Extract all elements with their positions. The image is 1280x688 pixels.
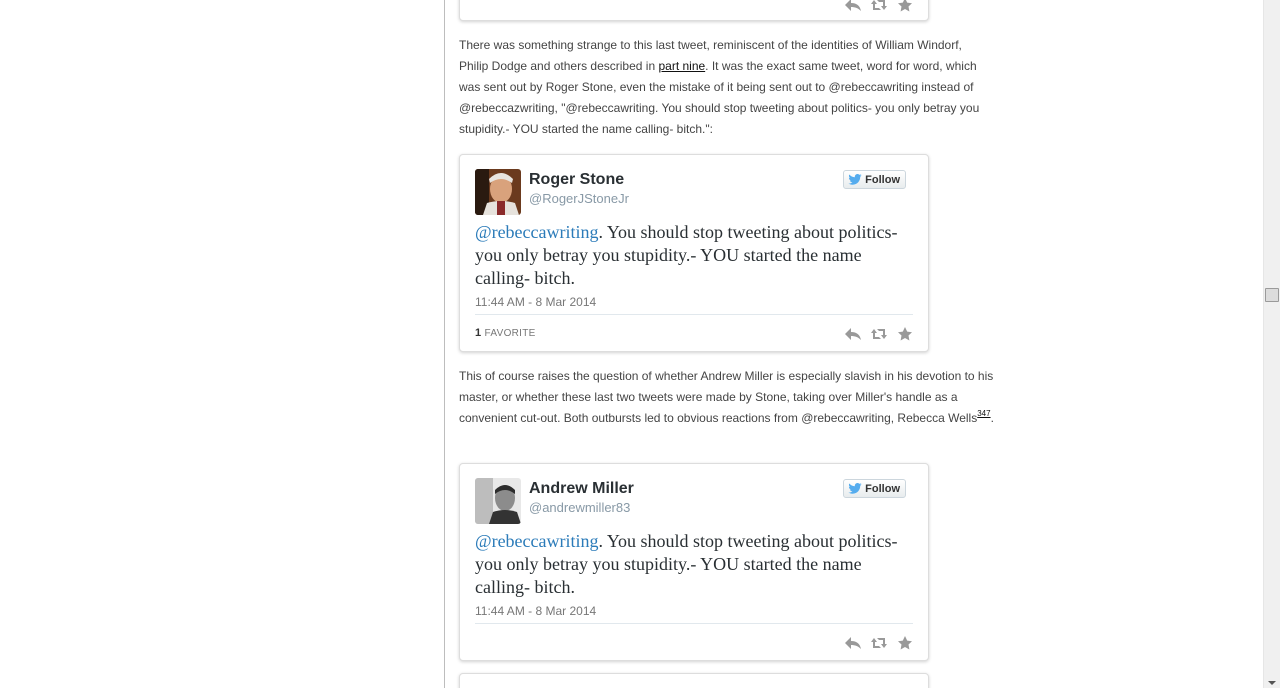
tweet-author-name[interactable]: Andrew Miller [529, 480, 634, 498]
favorite-icon[interactable] [896, 327, 914, 341]
avatar[interactable] [475, 169, 521, 215]
paragraph-text: This of course raises the question of wh… [459, 369, 994, 425]
footnote-link[interactable]: 347 [977, 409, 990, 418]
favorites-label: FAVORITE [484, 328, 536, 339]
tweet-card-next [459, 673, 929, 688]
follow-label: Follow [865, 482, 900, 495]
twitter-bird-icon [848, 174, 862, 185]
avatar[interactable] [475, 478, 521, 524]
paragraph-end: . [990, 411, 994, 425]
scroll-down-arrow-icon[interactable] [1268, 681, 1276, 685]
vertical-scrollbar[interactable] [1263, 0, 1280, 688]
tweet-actions [844, 327, 914, 341]
scrollbar-thumb[interactable] [1265, 288, 1279, 302]
tweet-divider [475, 314, 913, 315]
footnote-ref: 347 [977, 409, 990, 418]
part-nine-link[interactable]: part nine [658, 59, 705, 73]
favorite-icon[interactable] [896, 0, 914, 12]
twitter-bird-icon [848, 483, 862, 494]
content-left-border [444, 0, 445, 688]
tweet-text: @rebeccawriting. You should stop tweetin… [475, 530, 915, 599]
follow-label: Follow [865, 173, 900, 186]
tweet-actions [844, 0, 914, 12]
tweet-author-handle[interactable]: @RogerJStoneJr [529, 191, 629, 206]
article-paragraph-1: There was something strange to this last… [459, 35, 994, 140]
favorite-icon[interactable] [896, 636, 914, 650]
mention-link[interactable]: @rebeccawriting [475, 531, 599, 551]
tweet-author-handle[interactable]: @andrewmiller83 [529, 500, 630, 515]
tweet-divider [475, 623, 913, 624]
article-paragraph-2: This of course raises the question of wh… [459, 366, 994, 429]
tweet-card-roger-stone: Roger Stone @RogerJStoneJr Follow @rebec… [459, 154, 929, 352]
reply-icon[interactable] [844, 636, 862, 650]
tweet-stats[interactable]: 1 FAVORITE [475, 327, 536, 339]
tweet-text: @rebeccawriting. You should stop tweetin… [475, 221, 915, 290]
reply-icon[interactable] [844, 327, 862, 341]
follow-button[interactable]: Follow [843, 479, 906, 498]
retweet-icon[interactable] [870, 0, 888, 12]
tweet-timestamp[interactable]: 11:44 AM - 8 Mar 2014 [475, 604, 596, 618]
tweet-card-andrew-miller: Andrew Miller @andrewmiller83 Follow @re… [459, 463, 929, 661]
mention-link[interactable]: @rebeccawriting [475, 222, 599, 242]
favorites-count: 1 [475, 327, 482, 339]
tweet-card-previous [459, 0, 929, 21]
retweet-icon[interactable] [870, 327, 888, 341]
retweet-icon[interactable] [870, 636, 888, 650]
follow-button[interactable]: Follow [843, 170, 906, 189]
reply-icon[interactable] [844, 0, 862, 12]
tweet-timestamp[interactable]: 11:44 AM - 8 Mar 2014 [475, 295, 596, 309]
tweet-author-name[interactable]: Roger Stone [529, 171, 624, 189]
tweet-actions [844, 636, 914, 650]
